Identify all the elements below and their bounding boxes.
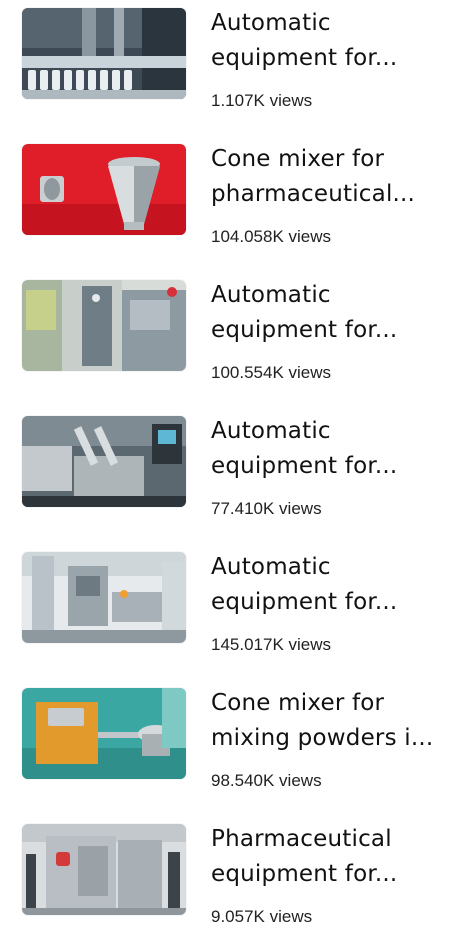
video-list-item[interactable]: Pharmaceutical equipment for... 9.057K v… (0, 816, 461, 927)
video-list-item[interactable]: Automatic equipment for... 100.554K view… (0, 272, 461, 408)
thumbnail-image (22, 552, 186, 643)
video-title[interactable]: Pharmaceutical equipment for... (211, 822, 451, 892)
view-count: 9.057K views (211, 907, 313, 926)
view-count: 98.540K views (211, 771, 322, 790)
video-list-item[interactable]: Cone mixer for mixing powders i... 98.54… (0, 680, 461, 816)
video-title-line: equipment for... (211, 45, 398, 71)
video-list-item[interactable]: Automatic equipment for... 145.017K view… (0, 544, 461, 680)
thumbnail-image (22, 280, 186, 371)
video-title-line: equipment for... (211, 861, 398, 887)
view-count: 77.410K views (211, 499, 322, 518)
thumbnail-image (22, 416, 186, 507)
video-title-line: Cone mixer for (211, 146, 385, 172)
video-title-line: pharmaceutical... (211, 181, 416, 207)
video-title-line: Automatic (211, 554, 331, 580)
video-list-item[interactable]: Cone mixer for pharmaceutical... 104.058… (0, 136, 461, 272)
video-list-item[interactable]: Automatic equipment for... 1.107K views (0, 0, 461, 136)
video-title-line: Automatic (211, 282, 331, 308)
view-count: 145.017K views (211, 635, 332, 654)
video-title[interactable]: Automatic equipment for... (211, 414, 451, 484)
video-title-line: equipment for... (211, 589, 398, 615)
video-thumbnail[interactable] (22, 688, 186, 779)
video-list-item[interactable]: Automatic equipment for... 77.410K views (0, 408, 461, 544)
video-title-line: equipment for... (211, 453, 398, 479)
thumbnail-image (22, 824, 186, 915)
video-thumbnail[interactable] (22, 144, 186, 235)
video-title-line: equipment for... (211, 317, 398, 343)
video-title[interactable]: Cone mixer for pharmaceutical... (211, 142, 451, 212)
video-thumbnail[interactable] (22, 552, 186, 643)
video-thumbnail[interactable] (22, 280, 186, 371)
video-title[interactable]: Automatic equipment for... (211, 6, 451, 76)
view-count: 100.554K views (211, 363, 332, 382)
video-list: Automatic equipment for... 1.107K views … (0, 0, 461, 927)
video-title-line: Automatic (211, 418, 331, 444)
video-thumbnail[interactable] (22, 416, 186, 507)
video-title-line: Automatic (211, 10, 331, 36)
video-title[interactable]: Cone mixer for mixing powders i... (211, 686, 451, 756)
video-title-line: mixing powders i... (211, 725, 434, 751)
video-title[interactable]: Automatic equipment for... (211, 278, 451, 348)
view-count: 104.058K views (211, 227, 332, 246)
video-title-line: Pharmaceutical (211, 826, 392, 852)
video-thumbnail[interactable] (22, 8, 186, 99)
video-title[interactable]: Automatic equipment for... (211, 550, 451, 620)
thumbnail-image (22, 8, 186, 99)
video-title-line: Cone mixer for (211, 690, 385, 716)
thumbnail-image (22, 688, 186, 779)
video-thumbnail[interactable] (22, 824, 186, 915)
thumbnail-image (22, 144, 186, 235)
view-count: 1.107K views (211, 91, 313, 110)
